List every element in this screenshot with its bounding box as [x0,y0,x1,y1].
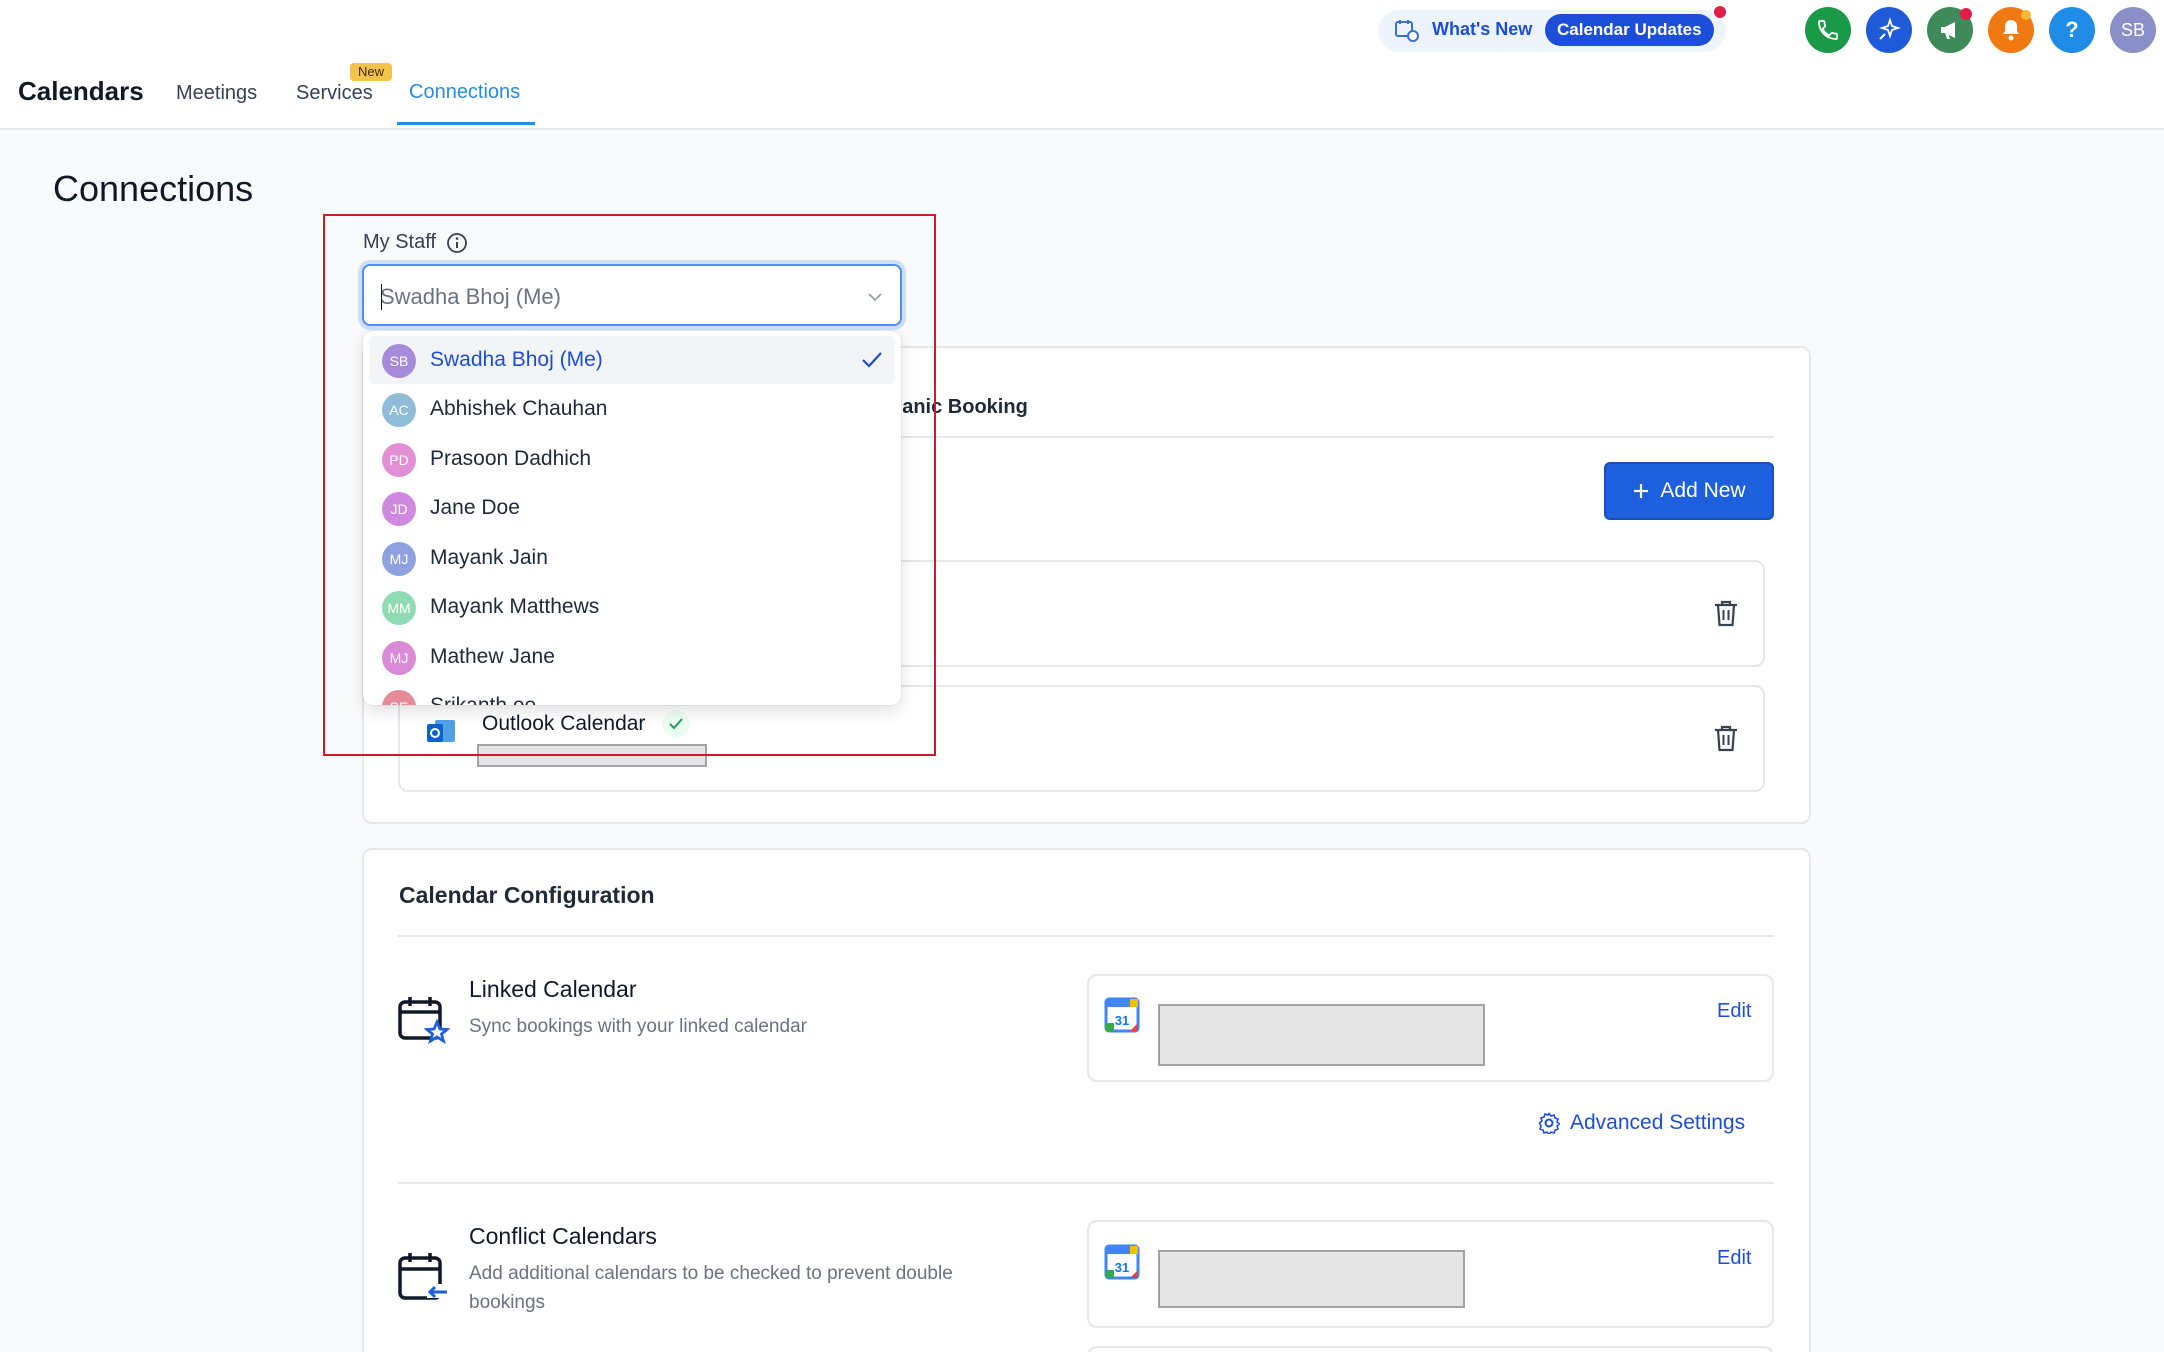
trash-icon[interactable] [1712,598,1740,628]
linked-calendar-icon [398,997,451,1045]
ai-assist-button[interactable] [1866,7,1912,53]
staff-option[interactable]: AC Abhishek Chauhan [369,385,895,433]
configuration-divider [398,935,1774,937]
advanced-settings-link[interactable]: Advanced Settings [1538,1111,1745,1135]
text-caret [381,284,382,310]
notifications-dot [2021,10,2031,20]
updates-notification-dot [1714,6,1726,18]
avatar: PD [382,443,416,477]
tab-services[interactable]: Services [296,82,373,105]
staff-option[interactable]: SE Srikanth ee [369,682,895,705]
app-title: Calendars [18,76,144,106]
active-tab-indicator [397,122,535,125]
staff-option[interactable]: MJ Mathew Jane [369,633,895,681]
staff-select[interactable]: Swadha Bhoj (Me) [362,264,902,326]
avatar: MJ [382,542,416,576]
conflict-calendar-redacted [1158,1250,1465,1308]
staff-select-value: Swadha Bhoj (Me) [380,284,561,309]
conflict-divider [398,1182,1774,1184]
staff-option-name: Mayank Matthews [430,595,600,618]
staff-option-name: Jane Doe [430,496,520,519]
calendar-configuration-title: Calendar Configuration [399,882,655,908]
megaphone-icon [1941,22,1955,39]
staff-option[interactable]: SB Swadha Bhoj (Me) [369,336,895,384]
staff-dropdown: SB Swadha Bhoj (Me) AC Abhishek Chauhan … [363,331,901,705]
staff-option-name: Mayank Jain [430,546,548,569]
info-icon[interactable] [446,232,468,254]
conflict-calendars-title: Conflict Calendars [469,1223,657,1249]
avatar: SB [382,344,416,378]
conflict-calendar-box-2 [1087,1346,1774,1352]
updates-icon [1395,20,1419,42]
bell-icon [2003,20,2019,41]
phone-icon [1818,20,1838,40]
staff-option[interactable]: PD Prasoon Dadhich [369,435,895,483]
chevron-down-icon [868,293,882,302]
linked-calendar-edit-link[interactable]: Edit [1717,1000,1751,1023]
conflict-calendars-description: Add additional calendars to be checked t… [469,1263,953,1313]
top-header: Calendars Meetings Services New Connecti… [0,0,2164,130]
page-title: Connections [53,168,254,209]
tab-meetings[interactable]: Meetings [176,82,257,105]
avatar: SE [382,690,416,705]
calendar-updates-button[interactable]: Calendar Updates [1545,14,1714,46]
staff-option[interactable]: MM Mayank Matthews [369,583,895,631]
linked-calendar-description: Sync bookings with your linked calendar [469,1016,807,1037]
svg-text:31: 31 [1115,1260,1129,1275]
staff-option-name: Mathew Jane [430,645,555,668]
trash-icon[interactable] [1712,723,1740,753]
whats-new-link[interactable]: What's New [1432,19,1532,40]
my-staff-label-text: My Staff [363,231,436,253]
add-new-button[interactable]: Add New [1604,462,1774,520]
avatar: AC [382,393,416,427]
my-staff-label: My Staff [363,231,468,254]
gear-icon [1538,1112,1560,1134]
staff-option-name: Srikanth ee [430,694,536,705]
avatar: MM [382,591,416,625]
avatar: MJ [382,641,416,675]
announcements-dot [1960,8,1972,20]
tab-connections[interactable]: Connections [409,81,520,104]
help-icon: ? [2065,17,2079,42]
sparkle-icon [1879,17,1901,40]
google-calendar-icon: 31 [1104,1244,1140,1280]
help-button[interactable]: ? [2049,7,2095,53]
staff-option-name: Swadha Bhoj (Me) [430,348,603,371]
conflict-calendar-edit-link[interactable]: Edit [1717,1247,1751,1270]
svg-text:31: 31 [1115,1013,1129,1028]
staff-option[interactable]: MJ Mayank Jain [369,534,895,582]
add-new-label: Add New [1660,479,1746,502]
linked-calendar-title: Linked Calendar [469,976,637,1002]
staff-option[interactable]: JD Jane Doe [369,484,895,532]
new-badge: New [350,63,393,81]
check-icon [862,352,882,368]
avatar: JD [382,492,416,526]
conflict-calendar-icon [398,1253,449,1300]
advanced-settings-label: Advanced Settings [1570,1111,1746,1134]
staff-option-name: Abhishek Chauhan [430,397,608,420]
user-avatar[interactable]: SB [2110,7,2156,53]
staff-option-name: Prasoon Dadhich [430,447,592,470]
linked-calendar-redacted [1158,1004,1485,1066]
phone-button[interactable] [1805,7,1851,53]
plus-icon [1634,484,1649,498]
google-calendar-icon: 31 [1104,997,1140,1033]
